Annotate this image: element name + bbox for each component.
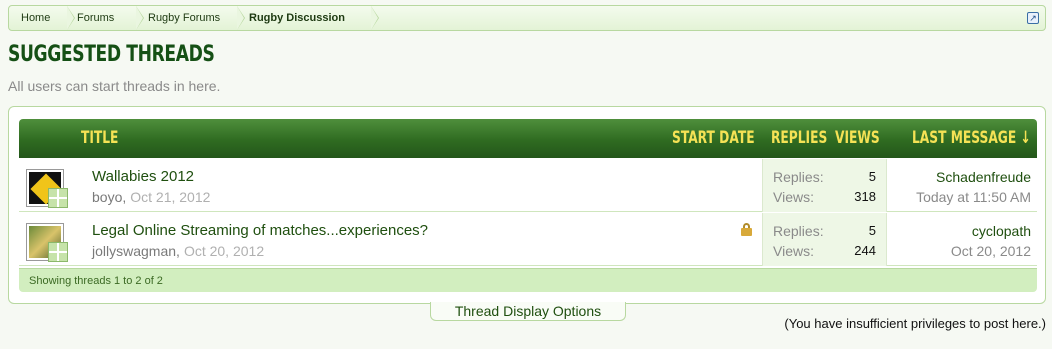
replies-label: Replies: (773, 223, 824, 239)
replies-label: Replies: (773, 169, 824, 185)
thread-title-link[interactable]: Legal Online Streaming of matches...expe… (92, 222, 428, 239)
thread-author-link[interactable]: jollyswagman, (92, 243, 180, 259)
breadcrumb-home[interactable]: Home (9, 6, 75, 30)
breadcrumb-rugby-forums[interactable]: Rugby Forums (136, 6, 245, 30)
last-message-time[interactable]: Oct 20, 2012 (951, 243, 1031, 259)
jump-to-icon[interactable]: ↗ (1027, 12, 1039, 24)
thread-list-footer: Showing threads 1 to 2 of 2 (19, 268, 1037, 292)
column-last-message[interactable]: Last Message ↓ (912, 128, 1031, 148)
thread-display-options-button[interactable]: Thread Display Options (430, 302, 626, 321)
thread-start-date[interactable]: Oct 20, 2012 (184, 243, 264, 259)
views-count: 244 (854, 243, 876, 258)
page-title: Suggested Threads (8, 42, 215, 67)
thread-meta: boyo, Oct 21, 2012 (92, 189, 210, 205)
thread-author-link[interactable]: boyo, (92, 189, 126, 205)
replies-count: 5 (868, 223, 876, 238)
lock-body (741, 228, 752, 236)
thread-meta: jollyswagman, Oct 20, 2012 (92, 243, 264, 259)
thread-list-header: Title Start Date Replies Views Last Mess… (19, 119, 1037, 158)
forum-icon (48, 242, 68, 262)
last-message-time[interactable]: Today at 11:50 AM (916, 189, 1031, 205)
column-start-date[interactable]: Start Date (672, 128, 755, 148)
page-description: All users can start threads in here. (8, 78, 221, 94)
breadcrumb-forums[interactable]: Forums (67, 6, 144, 30)
replies-count: 5 (868, 169, 876, 184)
thread-start-date[interactable]: Oct 21, 2012 (130, 189, 210, 205)
views-label: Views: (773, 189, 814, 205)
lock-icon (741, 223, 752, 236)
thread-row: Legal Online Streaming of matches...expe… (19, 213, 1037, 266)
last-message-user[interactable]: Schadenfreude (936, 169, 1031, 185)
thread-title-link[interactable]: Wallabies 2012 (92, 168, 194, 185)
last-message-user[interactable]: cyclopath (972, 223, 1031, 239)
thread-stats: Replies: 5 Views: 318 (762, 159, 887, 212)
thread-row: Wallabies 2012 boyo, Oct 21, 2012 Replies… (19, 159, 1037, 212)
views-label: Views: (773, 243, 814, 259)
breadcrumb: Home Forums Rugby Forums Rugby Discussio… (8, 5, 1046, 31)
thread-list: Title Start Date Replies Views Last Mess… (8, 106, 1046, 304)
privileges-note: (You have insufficient privileges to pos… (784, 316, 1046, 331)
thread-count-text: Showing threads 1 to 2 of 2 (29, 275, 163, 287)
breadcrumb-rugby-discussion[interactable]: Rugby Discussion (237, 6, 379, 30)
column-views[interactable]: Views (835, 128, 880, 148)
column-title[interactable]: Title (81, 128, 118, 148)
forum-icon (48, 188, 68, 208)
column-replies[interactable]: Replies (771, 128, 827, 148)
thread-stats: Replies: 5 Views: 244 (762, 213, 887, 266)
views-count: 318 (854, 189, 876, 204)
